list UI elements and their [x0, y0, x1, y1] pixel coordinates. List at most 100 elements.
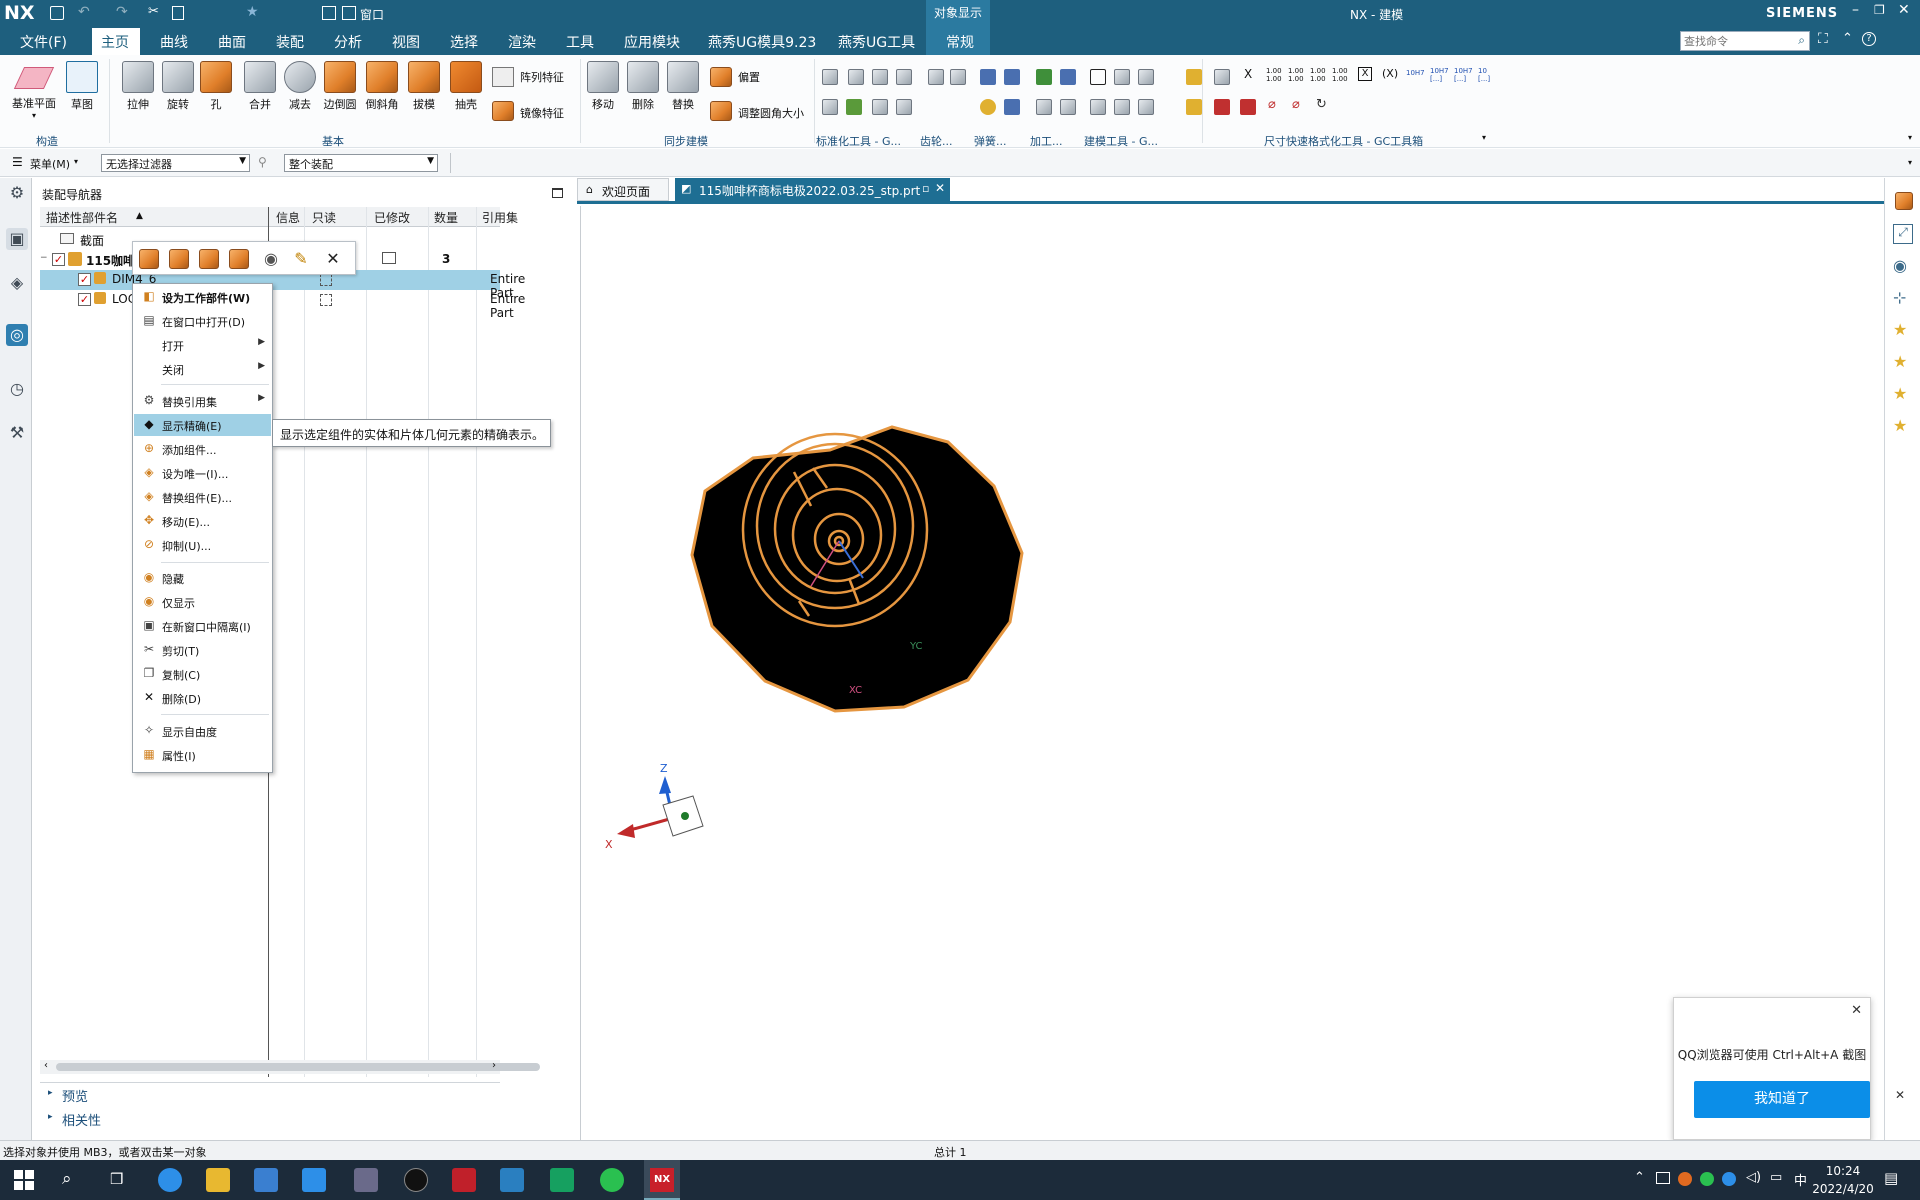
favorite-star-icon-4[interactable]: ★ — [1893, 416, 1907, 435]
menu-surface[interactable]: 曲面 — [218, 32, 246, 52]
tray-volume-icon[interactable]: ◁) — [1746, 1170, 1761, 1185]
menu-item-suppress[interactable]: ⊘ 抑制(U)... — [134, 534, 271, 556]
modeling-tool-icon-5[interactable] — [1114, 99, 1130, 115]
collapse-icon[interactable]: − — [40, 253, 48, 263]
favorite-star-icon-2[interactable]: ★ — [1893, 352, 1907, 371]
tray-icon-3[interactable] — [1722, 1172, 1736, 1186]
windows-start-icon[interactable] — [14, 1170, 34, 1190]
cut-icon[interactable]: ✂ — [148, 4, 159, 19]
menu-item-copy[interactable]: ❐ 复制(C) — [134, 663, 271, 685]
expand-dependencies-icon[interactable]: ▸ — [48, 1112, 53, 1122]
web-browser-icon[interactable]: ◎ — [6, 324, 28, 346]
mirror-feature-button[interactable]: 镜像特征 — [520, 105, 564, 121]
std-tool-icon-1[interactable] — [822, 69, 838, 85]
acknowledge-button[interactable]: 我知道了 — [1694, 1081, 1870, 1118]
fullscreen-icon[interactable]: ⛶ — [1818, 31, 1828, 47]
misc-tool-icon-1[interactable] — [1186, 69, 1202, 85]
menu-item-close[interactable]: 关闭 ▶ — [134, 358, 271, 380]
wcs-icon[interactable]: ⊹ — [1893, 288, 1906, 307]
dependencies-section[interactable]: 相关性 — [62, 1110, 101, 1129]
std-tool-icon-7[interactable] — [872, 99, 888, 115]
selection-filter-dropdown[interactable]: 无选择过滤器 ▼ — [101, 154, 250, 172]
command-search[interactable]: ⌕ — [1680, 31, 1810, 51]
menu-item-delete[interactable]: ✕ 删除(D) — [134, 687, 271, 709]
shell-button[interactable]: 抽壳 — [446, 61, 486, 112]
group-dim-dropdown-icon[interactable]: ▾ — [1482, 133, 1486, 142]
hole-button[interactable]: 孔 — [198, 61, 234, 112]
visibility-checkbox[interactable]: ✓ — [78, 293, 91, 306]
std-tool-icon-5[interactable] — [822, 99, 838, 115]
replace-face-button[interactable]: 替换 — [664, 61, 702, 112]
replace-component-icon[interactable] — [199, 249, 219, 269]
modeling-tool-icon-3[interactable] — [1138, 69, 1154, 85]
menu-select[interactable]: 选择 — [450, 32, 478, 52]
show-hide-eye-icon[interactable]: ◉ — [1893, 256, 1907, 275]
gear-tool-icon-2[interactable] — [950, 69, 966, 85]
clock-date[interactable]: 2022/4/20 — [1800, 1182, 1886, 1196]
settings-gear-icon[interactable]: ⚙ — [6, 182, 28, 204]
hide-eye-icon[interactable]: ◉ — [261, 249, 281, 269]
col-info[interactable]: 信息 — [276, 209, 300, 227]
menu-item-open-in-window[interactable]: ▤ 在窗口中打开(D) — [134, 310, 271, 332]
scroll-thumb[interactable] — [56, 1063, 540, 1071]
tools-icon[interactable]: ⚒ — [6, 422, 28, 444]
menu-analysis[interactable]: 分析 — [334, 32, 362, 52]
dim-format-icon-5[interactable]: 1.00 1.00 — [1332, 67, 1348, 83]
dim-format-icon-4[interactable]: 1.00 1.00 — [1310, 67, 1326, 83]
std-tool-icon-2[interactable] — [848, 69, 864, 85]
save-icon[interactable] — [50, 6, 64, 20]
app-icon-2[interactable] — [550, 1168, 574, 1192]
col-readonly[interactable]: 只读 — [312, 209, 336, 227]
gear-tool-icon-1[interactable] — [928, 69, 944, 85]
machining-tool-icon-2[interactable] — [1060, 69, 1076, 85]
minimize-button[interactable]: – — [1852, 2, 1859, 18]
menu-item-hide[interactable]: ◉ 隐藏 — [134, 567, 271, 589]
scroll-left-icon[interactable]: ‹ — [44, 1060, 48, 1071]
menu-yanxiu-tools[interactable]: 燕秀UG工具 — [838, 32, 915, 52]
menu-item-replace-reference-set[interactable]: ⚙ 替换引用集 ▶ — [134, 390, 271, 412]
menu-item-cut[interactable]: ✂ 剪切(T) — [134, 639, 271, 661]
redo-icon[interactable]: ↷ — [116, 4, 128, 20]
std-tool-icon-6[interactable] — [846, 99, 862, 115]
command-search-input[interactable] — [1681, 32, 1789, 50]
assembly-navigator-icon[interactable]: ▣ — [6, 228, 28, 250]
sort-ascending-icon[interactable]: ▲ — [136, 211, 143, 221]
dim-tol-icon-3[interactable]: 10H7 [...] — [1454, 67, 1473, 83]
expand-preview-icon[interactable]: ▸ — [48, 1088, 53, 1098]
star-icon[interactable]: ★ — [246, 4, 259, 20]
filter-funnel-icon[interactable]: ⚲ — [258, 155, 267, 169]
menu-view[interactable]: 视图 — [392, 32, 420, 52]
menu-item-isolate-new-window[interactable]: ▣ 在新窗口中隔离(I) — [134, 615, 271, 637]
dim-format-icon-7[interactable] — [1240, 99, 1256, 115]
move-face-button[interactable]: 移动 — [584, 61, 622, 112]
navigator-maximize-icon[interactable] — [552, 188, 563, 198]
menu-file[interactable]: 文件(F) — [20, 32, 67, 52]
spring-tool-icon-1[interactable] — [980, 69, 996, 85]
visibility-checkbox[interactable]: ✓ — [78, 273, 91, 286]
horizontal-scrollbar[interactable]: ‹ › — [40, 1060, 540, 1074]
menu-item-replace-component[interactable]: ◈ 替换组件(E)... — [134, 486, 271, 508]
help-icon[interactable]: ? — [1862, 32, 1876, 46]
visibility-checkbox[interactable]: ✓ — [52, 253, 65, 266]
window-close-small-icon[interactable]: ✕ — [1895, 1088, 1905, 1102]
fit-view-icon[interactable]: ⤢ — [1893, 224, 1913, 244]
open-part-icon[interactable] — [169, 249, 189, 269]
spring-tool-icon-2[interactable] — [1004, 69, 1020, 85]
dim-format-icon-6[interactable] — [1214, 99, 1230, 115]
pattern-feature-button[interactable]: 阵列特征 — [520, 69, 564, 85]
ribbon-more-icon[interactable]: ▾ — [1908, 133, 1912, 142]
clock-app-icon[interactable] — [404, 1168, 428, 1192]
close-icon[interactable]: ✕ — [1851, 1003, 1862, 1018]
modeling-tool-icon-4[interactable] — [1090, 99, 1106, 115]
std-tool-icon-8[interactable] — [896, 99, 912, 115]
edge-blend-button[interactable]: 边倒圆 — [320, 61, 360, 112]
menu-item-add-component[interactable]: ⊕ 添加组件... — [134, 438, 271, 460]
spring-tool-icon-3[interactable] — [980, 99, 996, 115]
subtract-button[interactable]: 减去 — [280, 61, 320, 112]
draft-button[interactable]: 拔模 — [404, 61, 444, 112]
menu-item-show-only[interactable]: ◉ 仅显示 — [134, 591, 271, 613]
make-work-part-icon[interactable] — [139, 249, 159, 269]
menu-applications[interactable]: 应用模块 — [624, 32, 680, 52]
scroll-right-icon[interactable]: › — [492, 1060, 496, 1071]
part-navigator-icon[interactable]: ◈ — [6, 272, 28, 294]
